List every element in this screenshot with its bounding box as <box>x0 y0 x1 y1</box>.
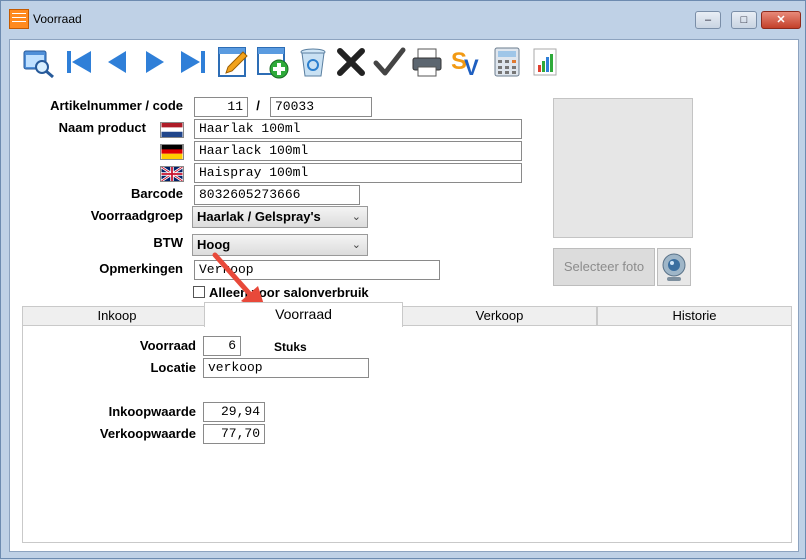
voorraadgroep-value: Haarlak / Gelspray's <box>197 209 321 224</box>
tab-voorraad[interactable]: Voorraad <box>204 302 403 327</box>
window-title: Voorraad <box>33 12 82 26</box>
verkoopwaarde-label: Verkoopwaarde <box>99 426 196 441</box>
calculator-icon[interactable] <box>490 45 524 79</box>
svg-text:V: V <box>464 55 479 79</box>
code-separator: / <box>256 98 260 113</box>
maximize-button[interactable]: □ <box>731 11 757 29</box>
uk-flag-icon <box>160 166 184 182</box>
verkoopwaarde-field[interactable]: 77,70 <box>203 424 265 444</box>
artikelnummer-field[interactable]: 11 <box>194 97 248 117</box>
barcode-label: Barcode <box>130 186 183 201</box>
close-button[interactable]: ✕ <box>761 11 801 29</box>
barcode-field[interactable]: 8032605273666 <box>194 185 360 205</box>
minimize-button[interactable]: – <box>695 11 721 29</box>
naam-product-label: Naam product <box>58 120 146 135</box>
webcam-button[interactable] <box>657 248 691 286</box>
btw-select[interactable]: Hoog ⌄ <box>192 234 368 256</box>
webcam-icon <box>662 253 686 281</box>
salonverbruik-checkbox[interactable] <box>193 286 205 298</box>
voorraad-label: Voorraad <box>139 338 196 353</box>
naam-de-field[interactable]: Haarlack 100ml <box>194 141 522 161</box>
delete-icon[interactable] <box>334 45 368 79</box>
unit-label: Stuks <box>274 340 307 354</box>
locatie-field[interactable]: verkoop <box>203 358 369 378</box>
tab-inkoop[interactable]: Inkoop <box>22 306 212 326</box>
naam-en-field[interactable]: Haispray 100ml <box>194 163 522 183</box>
tab-historie[interactable]: Historie <box>597 306 792 326</box>
voorraad-window: Voorraad – □ ✕ S V Artikelnummer / code … <box>0 0 806 559</box>
german-flag-icon <box>160 144 184 160</box>
btw-value: Hoog <box>197 237 231 252</box>
last-record-icon[interactable] <box>176 45 210 79</box>
artikelnummer-label: Artikelnummer / code <box>50 98 183 113</box>
chart-icon[interactable] <box>528 45 562 79</box>
btw-label: BTW <box>153 235 183 250</box>
chevron-down-icon: ⌄ <box>351 211 361 223</box>
toolbar: S V <box>10 40 798 86</box>
first-record-icon[interactable] <box>62 45 96 79</box>
print-icon[interactable] <box>410 45 444 79</box>
voorraad-tab-panel: Voorraad 6 Stuks Locatie verkoop Inkoopw… <box>22 325 792 543</box>
opmerkingen-label: Opmerkingen <box>99 261 183 276</box>
voorraadgroep-select[interactable]: Haarlak / Gelspray's ⌄ <box>192 206 368 228</box>
product-photo <box>553 98 693 238</box>
edit-icon[interactable] <box>216 45 250 79</box>
tab-strip: Inkoop Voorraad Verkoop Historie <box>22 302 792 327</box>
inkoopwaarde-field[interactable]: 29,94 <box>203 402 265 422</box>
opmerkingen-field[interactable]: Verkoop <box>194 260 440 280</box>
code-field[interactable]: 70033 <box>270 97 372 117</box>
zoom-search-icon[interactable] <box>22 45 56 79</box>
voorraad-field[interactable]: 6 <box>203 336 241 356</box>
locatie-label: Locatie <box>150 360 196 375</box>
title-bar[interactable]: Voorraad – □ ✕ <box>1 1 805 39</box>
inkoopwaarde-label: Inkoopwaarde <box>108 404 196 419</box>
previous-record-icon[interactable] <box>100 45 134 79</box>
naam-nl-field[interactable]: Haarlak 100ml <box>194 119 522 139</box>
sv-export-icon[interactable]: S V <box>450 45 484 79</box>
voorraadgroep-label: Voorraadgroep <box>90 208 183 223</box>
chevron-down-icon: ⌄ <box>351 239 361 251</box>
add-new-icon[interactable] <box>256 45 290 79</box>
next-record-icon[interactable] <box>138 45 172 79</box>
select-photo-button[interactable]: Selecteer foto <box>553 248 655 286</box>
confirm-check-icon[interactable] <box>372 45 406 79</box>
recycle-bin-icon[interactable] <box>296 45 330 79</box>
dutch-flag-icon <box>160 122 184 138</box>
tab-verkoop[interactable]: Verkoop <box>402 306 597 326</box>
salonverbruik-label: Alleen voor salonverbruik <box>209 285 369 300</box>
form-client-area: S V Artikelnummer / code 11 / 70033 Naam… <box>9 39 799 552</box>
app-icon <box>9 9 29 29</box>
